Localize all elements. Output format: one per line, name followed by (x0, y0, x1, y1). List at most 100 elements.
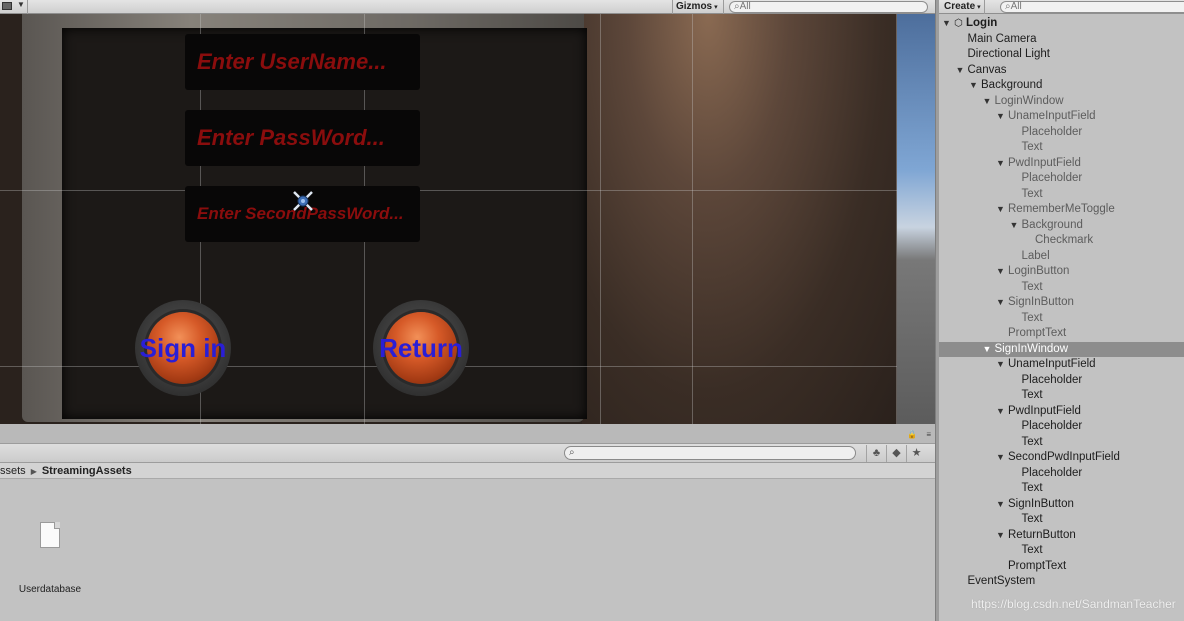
lock-icon[interactable]: 🔒 (907, 430, 917, 439)
hierarchy-item[interactable]: Text (939, 512, 1184, 528)
skybox-strip (897, 14, 935, 424)
expand-arrow-icon[interactable]: ▼ (942, 16, 954, 32)
expand-arrow-icon[interactable]: ▼ (1010, 218, 1022, 234)
expand-arrow-icon[interactable]: ▼ (996, 357, 1008, 373)
unity-editor: Enter UserName... Enter PassWord... Ente… (0, 0, 1184, 621)
filter-by-type-icon[interactable]: ♣ (866, 445, 886, 462)
shading-mode-dropdown[interactable]: ▼ (0, 0, 28, 14)
hierarchy-item-label: PwdInputField (1008, 156, 1081, 169)
expand-arrow-icon[interactable]: ▼ (983, 94, 995, 110)
return-button[interactable]: Return (373, 300, 469, 396)
hierarchy-item-label: Text (1021, 435, 1043, 448)
rect-transform-gizmo-icon[interactable] (291, 189, 315, 213)
scene-view[interactable]: Enter UserName... Enter PassWord... Ente… (0, 0, 935, 424)
hierarchy-item[interactable]: ▼ SignInButton (939, 295, 1184, 311)
hierarchy-item[interactable]: Checkmark (939, 233, 1184, 249)
expand-arrow-icon[interactable]: ▼ (996, 450, 1008, 466)
hierarchy-item-label: Canvas (967, 63, 1007, 76)
breadcrumb-separator-icon: ▶ (30, 467, 37, 476)
hierarchy-item[interactable]: ▼ ReturnButton (939, 528, 1184, 544)
hierarchy-item[interactable]: ▼ SecondPwdInputField (939, 450, 1184, 466)
hierarchy-item-label: Placeholder (1021, 125, 1083, 138)
hierarchy-item[interactable]: ▼ Background (939, 218, 1184, 234)
hierarchy-search-placeholder: All (1010, 1, 1022, 12)
hierarchy-item[interactable]: ▼ Canvas (939, 63, 1184, 79)
hierarchy-item[interactable]: Placeholder (939, 373, 1184, 389)
hierarchy-item[interactable]: EventSystem (939, 574, 1184, 590)
username-input[interactable]: Enter UserName... (185, 34, 420, 90)
hierarchy-item-label: Text (1021, 544, 1043, 556)
hierarchy-item[interactable]: Text (939, 311, 1184, 327)
hierarchy-item-label: Text (1021, 389, 1043, 401)
hierarchy-item[interactable]: ▼ RememberMeToggle (939, 202, 1184, 218)
hierarchy-search-input[interactable]: ⌕All (1000, 1, 1184, 13)
hierarchy-item-label: Main Camera (967, 32, 1037, 45)
hierarchy-item[interactable]: Placeholder (939, 171, 1184, 187)
scene-search-input[interactable]: ⌕All (729, 1, 928, 13)
expand-arrow-icon[interactable]: ▼ (996, 497, 1008, 513)
breadcrumb-item[interactable]: StreamingAssets (42, 465, 132, 477)
gizmos-dropdown[interactable]: Gizmos ▾ (672, 0, 724, 14)
hierarchy-item-label: Checkmark (1035, 234, 1094, 246)
hierarchy-item[interactable]: Text (939, 187, 1184, 203)
hierarchy-item[interactable]: ▼ Background (939, 78, 1184, 94)
hierarchy-item-label: SignInButton (1008, 296, 1074, 308)
hierarchy-item[interactable]: ▼ SignInWindow (939, 341, 1184, 358)
panel-menu-icon[interactable]: ≡ (926, 430, 931, 439)
expand-arrow-icon[interactable]: ▼ (996, 295, 1008, 311)
search-icon: ⌕ (569, 447, 575, 458)
expand-arrow-icon[interactable]: ▼ (996, 264, 1008, 280)
create-dropdown[interactable]: Create ▾ (944, 0, 985, 14)
hierarchy-item-label: Text (1021, 280, 1043, 293)
hierarchy-item[interactable]: Text (939, 140, 1184, 156)
asset-item[interactable]: Userdatabase (10, 520, 90, 600)
hierarchy-item[interactable]: Placeholder (939, 125, 1184, 141)
expand-arrow-icon[interactable]: ▼ (996, 156, 1008, 172)
hierarchy-item[interactable]: Label (939, 249, 1184, 265)
expand-arrow-icon[interactable]: ▼ (996, 528, 1008, 544)
project-search-input[interactable]: ⌕ (564, 446, 856, 460)
hierarchy-item[interactable]: ▼ PwdInputField (939, 156, 1184, 172)
expand-arrow-icon[interactable]: ▼ (969, 78, 981, 94)
expand-arrow-icon[interactable]: ▼ (956, 63, 968, 79)
hierarchy-tree: ▼ ⬡ Login Main Camera Directional Light ▼ Can… (939, 16, 1184, 590)
project-tab-strip: 🔒 ≡ (0, 424, 935, 444)
hierarchy-item[interactable]: ▼ PwdInputField (939, 404, 1184, 420)
hierarchy-item[interactable]: Main Camera (939, 32, 1184, 48)
hierarchy-item[interactable]: ▼ LoginWindow (939, 94, 1184, 110)
hierarchy-item[interactable]: Placeholder (939, 466, 1184, 482)
hierarchy-item[interactable]: Placeholder (939, 419, 1184, 435)
caret-down-icon: ▾ (714, 4, 718, 11)
hierarchy-item[interactable]: Text (939, 280, 1184, 296)
hierarchy-item[interactable]: PromptText (939, 326, 1184, 342)
hierarchy-item-label: PromptText (1008, 559, 1067, 572)
hierarchy-item-label: SignInButton (1008, 497, 1074, 510)
hierarchy-item-label: UnameInputField (1008, 110, 1096, 122)
expand-arrow-icon[interactable]: ▼ (996, 202, 1008, 218)
hierarchy-item[interactable]: ▼ UnameInputField (939, 357, 1184, 373)
hierarchy-item[interactable]: Text (939, 481, 1184, 497)
hierarchy-item[interactable]: PromptText (939, 559, 1184, 575)
expand-arrow-icon[interactable]: ▼ (983, 342, 995, 358)
hierarchy-item[interactable]: Directional Light (939, 47, 1184, 63)
hierarchy-item[interactable]: Text (939, 388, 1184, 404)
scene-row[interactable]: ▼ ⬡ Login (939, 16, 1184, 32)
hierarchy-item-label: Text (1021, 141, 1043, 153)
expand-arrow-icon[interactable]: ▼ (996, 109, 1008, 125)
hierarchy-item[interactable]: ▼ UnameInputField (939, 109, 1184, 125)
hierarchy-item-label: Text (1021, 311, 1043, 324)
favorite-star-icon[interactable]: ★ (906, 445, 926, 462)
password-input[interactable]: Enter PassWord... (185, 110, 420, 166)
hierarchy-item[interactable]: Text (939, 543, 1184, 559)
expand-arrow-icon[interactable]: ▼ (996, 404, 1008, 420)
sign-in-button[interactable]: Sign in (135, 300, 231, 396)
hierarchy-item[interactable]: ▼ SignInButton (939, 497, 1184, 513)
caret-down-icon: ▼ (17, 0, 25, 9)
breadcrumb-item[interactable]: ssets (0, 465, 26, 477)
filter-by-label-icon[interactable]: ◆ (886, 445, 906, 462)
hierarchy-item[interactable]: Text (939, 435, 1184, 451)
caret-down-icon: ▾ (977, 4, 981, 11)
hierarchy-item-label: UnameInputField (1008, 358, 1096, 370)
project-panel: 🔒 ≡ ⌕ ♣ ◆ ★ ssets ▶ StreamingAssets Userda… (0, 424, 935, 621)
hierarchy-item[interactable]: ▼ LoginButton (939, 264, 1184, 280)
